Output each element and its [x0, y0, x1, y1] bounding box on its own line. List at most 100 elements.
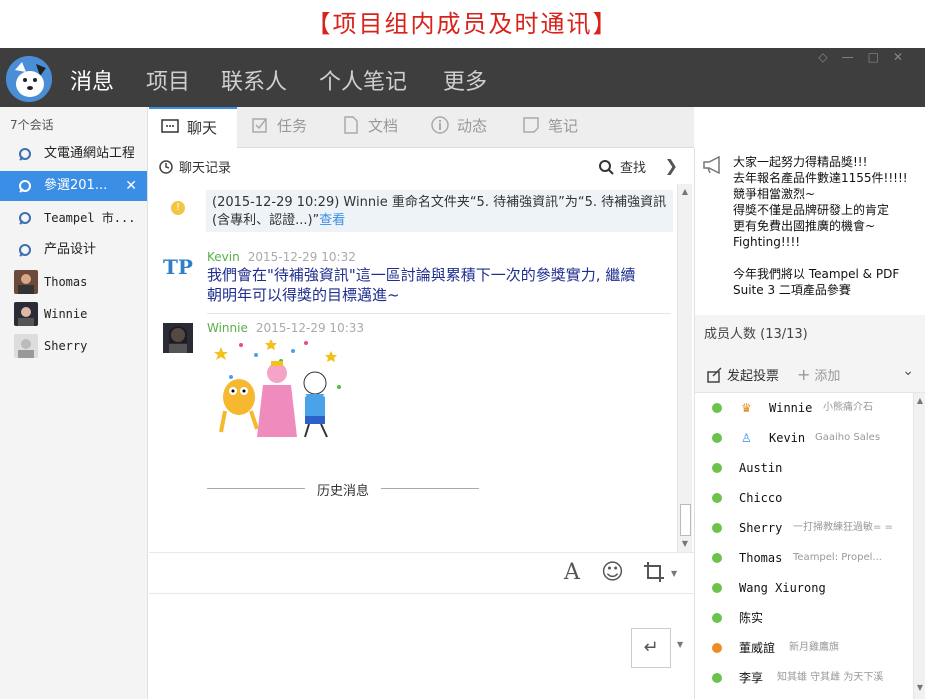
- scroll-up-icon[interactable]: ▲: [680, 187, 690, 197]
- chevron-right-icon[interactable]: ❯: [665, 156, 678, 175]
- session-item[interactable]: 产品设计: [0, 235, 147, 265]
- list-item[interactable]: Thomas Teampel: Propel...: [695, 543, 913, 573]
- session-item[interactable]: Sherry: [0, 331, 147, 361]
- list-item[interactable]: ♛ Winnie 小熊痛介石: [695, 393, 913, 423]
- tab-tasks[interactable]: 任务: [251, 107, 307, 148]
- nav-personal-notes[interactable]: 个人笔记: [319, 64, 407, 96]
- notice-text: (2015-12-29 10:29) Winnie 重命名文件夹“5. 待補強資…: [212, 195, 667, 228]
- session-item[interactable]: Teampel 市...: [0, 203, 147, 233]
- tab-notes[interactable]: 笔记: [522, 107, 578, 148]
- admin-icon: ♙: [741, 431, 752, 445]
- settings-icon[interactable]: ◇: [818, 50, 841, 64]
- tab-label: 任务: [277, 117, 308, 135]
- sender-name: Winnie: [207, 321, 248, 335]
- top-nav: 消息 项目 联系人 个人笔记 更多 ◇—□✕: [0, 48, 925, 107]
- tab-label: 聊天: [187, 119, 218, 137]
- minimize-icon[interactable]: —: [842, 50, 868, 64]
- search-button[interactable]: 查找: [598, 157, 646, 176]
- session-label: Teampel 市...: [44, 211, 134, 225]
- tab-label: 文档: [368, 117, 399, 135]
- nav-messages[interactable]: 消息: [70, 64, 114, 96]
- message-input[interactable]: ↵ ▼: [149, 594, 694, 699]
- session-item-active[interactable]: 參選201... ✕: [0, 171, 147, 201]
- message-body: 我們會在"待補強資訊"這一區討論與累積下一次的參獎實力, 繼續 朝明年可以得獎的…: [207, 266, 636, 304]
- font-icon[interactable]: A: [564, 561, 580, 585]
- scroll-up-icon[interactable]: ▲: [915, 396, 925, 406]
- chat-history-link[interactable]: 聊天记录: [159, 157, 231, 176]
- member-count: 成员人数 (13/13): [695, 315, 925, 355]
- online-status-icon: [712, 493, 722, 503]
- emoji-icon[interactable]: ☺: [601, 561, 624, 585]
- list-item[interactable]: Chicco: [695, 483, 913, 513]
- document-icon: [344, 115, 358, 134]
- plus-icon: +: [797, 365, 811, 384]
- avatar: [14, 302, 38, 326]
- tab-activity[interactable]: 动态: [431, 107, 487, 148]
- group-info-panel: 大家一起努力得精品獎!!! 去年報名產品件數達1155件!!!!! 競爭相當激烈…: [694, 148, 925, 699]
- online-status-icon: [712, 433, 722, 443]
- chevron-down-icon[interactable]: ⌄: [902, 363, 914, 379]
- sticker-image[interactable]: [211, 337, 345, 447]
- window-controls: ◇—□✕: [818, 50, 917, 64]
- list-item[interactable]: 董威誼 新月雞鷹旗: [695, 633, 913, 663]
- history-messages-label[interactable]: 历史消息: [317, 480, 369, 499]
- away-status-icon: [712, 643, 722, 653]
- avatar: [163, 323, 193, 353]
- message-scrollbar[interactable]: ▲ ▼: [677, 184, 692, 552]
- task-icon: [252, 117, 267, 133]
- crown-icon: ♛: [741, 401, 752, 415]
- member-scrollbar[interactable]: ▲ ▼: [913, 393, 925, 699]
- send-options-dropdown-icon[interactable]: ▼: [677, 640, 683, 649]
- session-item[interactable]: 文電通網站工程: [0, 139, 147, 169]
- note-icon: [523, 116, 539, 133]
- list-item[interactable]: 陈实: [695, 603, 913, 633]
- session-label: 參選201...: [44, 178, 108, 193]
- history-rule-left: [207, 488, 305, 489]
- session-label: 文電通網站工程: [44, 146, 134, 161]
- session-sidebar: 7个会话 文電通網站工程 參選201... ✕ Teampel 市... 产品设…: [0, 107, 148, 699]
- session-label: Sherry: [44, 339, 88, 353]
- sender-name: Kevin: [207, 250, 240, 264]
- session-label: 产品设计: [44, 242, 97, 257]
- input-toolbar: A ☺ ▼: [149, 552, 694, 594]
- member-list: ♛ Winnie 小熊痛介石 ♙ Kevin Gaaiho Sales Aust…: [695, 393, 913, 699]
- session-item[interactable]: Winnie: [0, 299, 147, 329]
- nav-contacts[interactable]: 联系人: [221, 64, 287, 96]
- list-item[interactable]: Wang Xiurong: [695, 573, 913, 603]
- online-status-icon: [712, 523, 722, 533]
- message-time: 2015-12-29 10:32: [247, 250, 356, 264]
- tab-documents[interactable]: 文档: [342, 107, 398, 148]
- close-window-icon[interactable]: ✕: [893, 50, 917, 64]
- group-announcement: 大家一起努力得精品獎!!! 去年報名產品件數達1155件!!!!! 競爭相當激烈…: [695, 148, 925, 315]
- maximize-icon[interactable]: □: [868, 50, 893, 64]
- session-label: Winnie: [44, 307, 88, 321]
- megaphone-icon: [703, 156, 720, 174]
- group-chat-icon: [19, 148, 31, 161]
- screenshot-dropdown-icon[interactable]: ▼: [671, 569, 677, 578]
- list-item[interactable]: Austin: [695, 453, 913, 483]
- screenshot-icon[interactable]: [643, 561, 665, 589]
- list-item[interactable]: 李享 知其雄 守其雌 为天下溪: [695, 663, 913, 693]
- list-item[interactable]: ♙ Kevin Gaaiho Sales: [695, 423, 913, 453]
- list-item[interactable]: Sherry 一打掃教練狂過敏= =: [695, 513, 913, 543]
- nav-more[interactable]: 更多: [443, 64, 487, 96]
- message-time: 2015-12-29 10:33: [255, 321, 365, 335]
- tab-chat[interactable]: 聊天: [149, 107, 237, 149]
- add-member-button[interactable]: + 添加: [797, 365, 840, 384]
- history-label: 聊天记录: [179, 161, 232, 176]
- avatar: TP: [163, 255, 193, 279]
- close-session-icon[interactable]: ✕: [125, 171, 137, 201]
- scroll-thumb[interactable]: [680, 504, 691, 536]
- scroll-down-icon[interactable]: ▼: [915, 683, 925, 693]
- session-item[interactable]: Thomas: [0, 267, 147, 297]
- vote-icon: [707, 367, 722, 383]
- online-status-icon: [712, 553, 722, 563]
- view-link[interactable]: 查看: [319, 213, 345, 228]
- message-divider: [207, 313, 671, 314]
- start-vote-button[interactable]: 发起投票: [707, 365, 779, 384]
- scroll-down-icon[interactable]: ▼: [680, 539, 690, 549]
- nav-projects[interactable]: 项目: [146, 64, 190, 96]
- send-button[interactable]: ↵: [631, 628, 671, 668]
- member-toolbar: 发起投票 + 添加 ⌄: [695, 355, 925, 393]
- chat-tabs: 聊天 任务 文档 动态 笔记: [149, 107, 694, 149]
